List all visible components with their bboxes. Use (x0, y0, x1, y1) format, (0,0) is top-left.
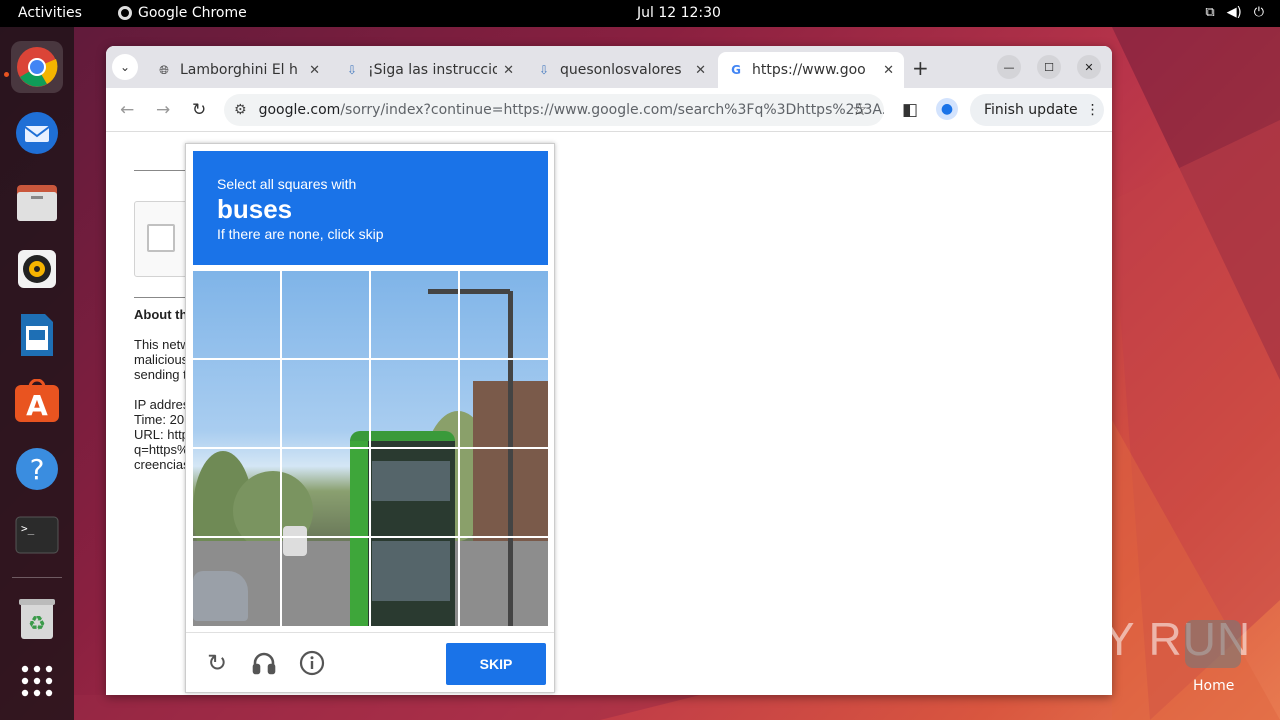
grid-line (193, 358, 548, 360)
chevron-down-icon: ⌄ (119, 60, 131, 74)
help-icon[interactable]: ? (11, 443, 63, 495)
home-label: Home (1193, 678, 1235, 694)
tab-lamborghini[interactable]: 🌐︎ Lamborghini El h ✕ (146, 52, 330, 88)
svg-text:>_: >_ (21, 522, 35, 535)
tab-title: Lamborghini El h (180, 62, 298, 78)
chrome-small-icon (118, 6, 132, 20)
google-icon: G (731, 63, 741, 77)
skip-button[interactable]: SKIP (446, 643, 546, 685)
tab-title: quesonlosvalores (560, 62, 682, 78)
close-tab-icon[interactable]: ✕ (503, 63, 514, 78)
time-line: Time: 20 (134, 412, 185, 427)
instruction-text: Select all squares with (217, 176, 357, 192)
info-icon[interactable] (298, 649, 326, 677)
home-folder-icon[interactable] (1185, 620, 1241, 668)
recaptcha-checkbox[interactable] (147, 224, 175, 252)
profile-icon[interactable]: ● (936, 98, 958, 120)
writer-icon[interactable] (11, 309, 63, 361)
close-tab-icon[interactable]: ✕ (309, 63, 320, 78)
show-apps-icon[interactable] (11, 655, 63, 707)
system-tray[interactable]: ⧉ ◀) ⏻ (1205, 5, 1264, 20)
files-icon[interactable] (11, 177, 63, 229)
challenge-footer: ↻ SKIP (186, 632, 554, 692)
image-grid[interactable] (193, 271, 548, 626)
power-icon: ⏻ (1253, 5, 1264, 20)
svg-text:?: ? (30, 453, 45, 486)
top-bar: Activities Google Chrome Jul 12 12:30 ⧉ … (0, 0, 1280, 27)
svg-text:♻: ♻ (28, 611, 46, 635)
trash-icon[interactable]: ♻ (11, 593, 63, 645)
tab-google-active[interactable]: G https://www.goo ✕ (718, 52, 904, 88)
audio-challenge-icon[interactable] (250, 649, 278, 677)
back-icon[interactable]: ← (120, 100, 134, 120)
scene-bus (350, 431, 455, 626)
reload-icon[interactable]: ↻ (192, 100, 206, 120)
info-line: sending t (134, 367, 187, 382)
toolbar: ← → ↻ ⚙ google.com /sorry/index?continue… (106, 88, 1112, 132)
clock[interactable]: Jul 12 12:30 (637, 5, 721, 21)
challenge-header: Select all squares with buses If there a… (193, 151, 548, 265)
scene-car (193, 571, 248, 621)
side-panel-icon[interactable]: ◧ (902, 100, 918, 120)
scene-van (283, 526, 307, 556)
download-cloud-icon: ⇩ (538, 63, 550, 77)
grid-line (193, 536, 548, 538)
forward-icon[interactable]: → (156, 100, 170, 120)
terminal-icon[interactable]: >_ (11, 509, 63, 561)
close-window-button[interactable]: ✕ (1077, 55, 1101, 79)
finish-update-label: Finish update (984, 102, 1078, 118)
grid-line (193, 447, 548, 449)
recaptcha-challenge: Select all squares with buses If there a… (185, 143, 555, 693)
app-menu[interactable]: Google Chrome (118, 5, 247, 21)
bookmark-star-icon[interactable]: ☆ (852, 100, 867, 120)
ip-line: IP addres (134, 397, 190, 412)
activities-button[interactable]: Activities (18, 5, 82, 21)
chrome-icon[interactable] (11, 41, 63, 93)
url-path: /sorry/index?continue=https://www.google… (340, 102, 884, 118)
target-object: buses (217, 194, 293, 224)
url-line: URL: http (134, 427, 189, 442)
tab-quesonlosvalores[interactable]: ⇩ quesonlosvalores ✕ (526, 52, 716, 88)
site-info-icon[interactable]: ⚙ (234, 102, 247, 118)
url-line: creencias (134, 457, 190, 472)
kebab-menu-icon[interactable]: ⋮ (1086, 102, 1100, 118)
running-indicator (4, 72, 9, 77)
tab-title: https://www.goo (752, 62, 866, 78)
tab-strip: ⌄ 🌐︎ Lamborghini El h ✕ ⇩ ¡Siga las inst… (106, 46, 1112, 88)
app-center-icon[interactable]: A (11, 375, 63, 427)
dock-separator (12, 577, 62, 578)
network-icon: ⧉ (1205, 5, 1215, 20)
svg-text:A: A (26, 389, 48, 422)
info-line: malicious (134, 352, 189, 367)
new-tab-button[interactable]: + (912, 56, 929, 80)
rhythmbox-icon[interactable] (11, 243, 63, 295)
finish-update-button[interactable]: Finish update ⋮ (970, 94, 1104, 126)
tab-search-button[interactable]: ⌄ (112, 54, 138, 80)
close-tab-icon[interactable]: ✕ (883, 63, 894, 78)
dock: A ? >_ ♻ (0, 27, 74, 720)
maximize-button[interactable]: ☐ (1037, 55, 1061, 79)
info-line: This netw (134, 337, 190, 352)
volume-icon: ◀) (1226, 5, 1242, 20)
address-bar[interactable]: ⚙ google.com /sorry/index?continue=https… (224, 94, 884, 126)
minimize-button[interactable]: — (997, 55, 1021, 79)
tab-siga[interactable]: ⇩ ¡Siga las instruccio ✕ (334, 52, 524, 88)
tab-title: ¡Siga las instruccio (368, 62, 498, 78)
app-name: Google Chrome (138, 5, 247, 21)
thunderbird-icon[interactable] (11, 107, 63, 159)
skip-hint: If there are none, click skip (217, 226, 384, 242)
scene-pole (508, 291, 513, 626)
about-heading: About th (134, 307, 188, 322)
globe-icon: 🌐︎ (159, 62, 169, 77)
scene-streetlamp (428, 289, 510, 294)
url-host: google.com (258, 102, 341, 118)
download-cloud-icon: ⇩ (346, 63, 358, 77)
url-line: q=https% (134, 442, 189, 457)
close-tab-icon[interactable]: ✕ (695, 63, 706, 78)
reload-challenge-icon[interactable]: ↻ (203, 649, 231, 677)
